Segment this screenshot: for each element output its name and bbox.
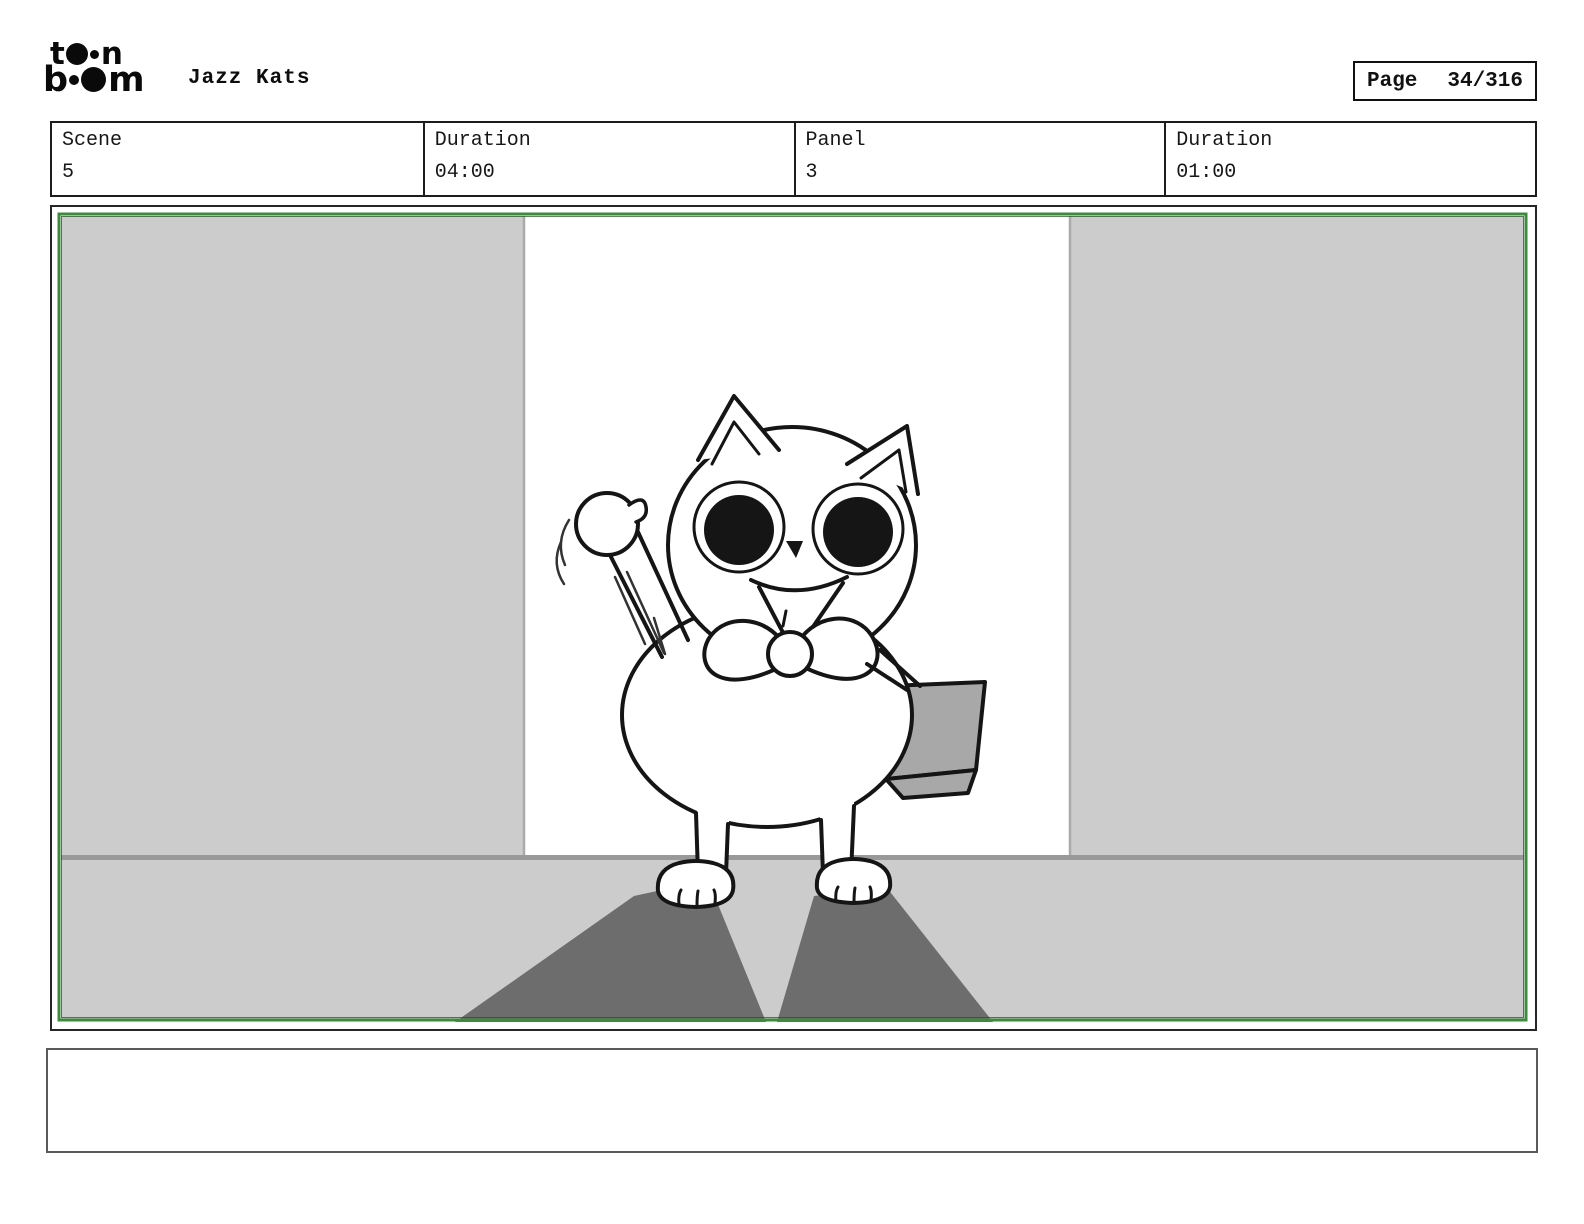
toonboom-logo: t n b m xyxy=(43,39,145,98)
logo-dot-icon xyxy=(81,67,107,93)
logo-row-bottom: b m xyxy=(43,59,145,100)
scene-value: 5 xyxy=(62,161,75,184)
panel-cell: Panel 3 xyxy=(793,123,1165,195)
logo-dot-icon xyxy=(65,43,88,66)
panel-label: Panel xyxy=(805,129,866,152)
panel-value: 3 xyxy=(805,161,818,184)
duration-value: 01:00 xyxy=(1176,161,1237,184)
scene-cell: Scene 5 xyxy=(52,123,423,195)
project-title: Jazz Kats xyxy=(188,67,311,90)
panel-info-table: Scene 5 Duration 04:00 Panel 3 Duration … xyxy=(50,121,1537,197)
duration-label: Duration xyxy=(1176,129,1273,152)
floor-line xyxy=(61,855,1524,860)
logo-letter: b xyxy=(43,59,68,100)
page-number: 34/316 xyxy=(1447,69,1523,93)
panel-duration-cell: Duration 01:00 xyxy=(1164,123,1535,195)
left-wall xyxy=(61,216,524,858)
caption-box xyxy=(46,1048,1538,1153)
page-label: Page xyxy=(1367,69,1418,93)
cat-foot-right xyxy=(814,857,893,905)
storyboard-drawing xyxy=(57,212,1530,1024)
duration-label: Duration xyxy=(434,129,531,152)
logo-dot-icon xyxy=(89,49,99,59)
page-indicator: Page 34/316 xyxy=(1353,61,1537,101)
duration-value: 04:00 xyxy=(434,161,495,184)
right-wall xyxy=(1069,216,1524,858)
storyboard-panel xyxy=(50,205,1537,1031)
logo-letter: m xyxy=(108,59,144,100)
logo-dot-icon xyxy=(69,74,80,85)
cat-paw xyxy=(574,491,640,557)
scene-label: Scene xyxy=(62,129,123,152)
scene-duration-cell: Duration 04:00 xyxy=(422,123,794,195)
cat-foot-left xyxy=(655,859,736,909)
